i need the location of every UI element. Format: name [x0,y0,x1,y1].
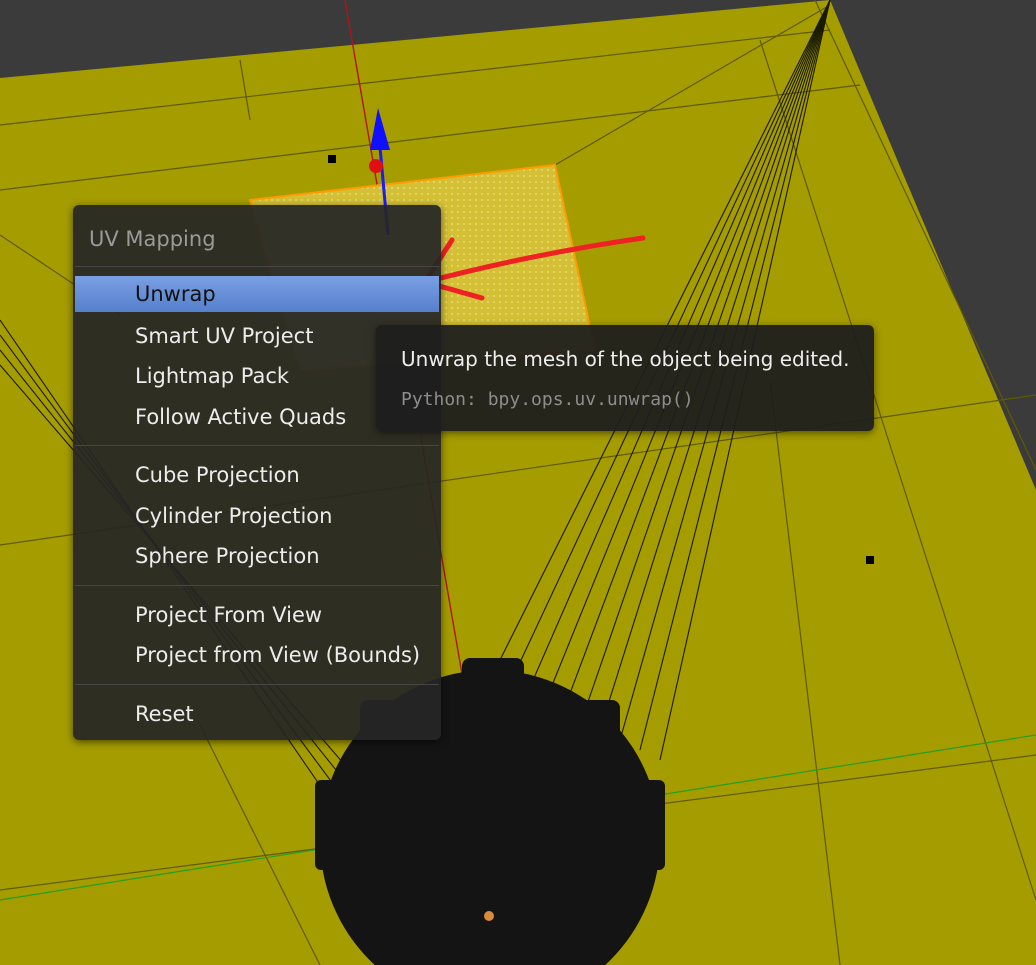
menu-item-project-from-view[interactable]: Project From View [75,597,439,633]
menu-item-unwrap[interactable]: Unwrap [75,276,439,312]
unwrap-tooltip: Unwrap the mesh of the object being edit… [376,325,874,431]
menu-item-cylinder-projection[interactable]: Cylinder Projection [75,498,439,534]
menu-title: UV Mapping [89,227,216,251]
menu-separator [75,684,439,685]
menu-item-cube-projection[interactable]: Cube Projection [75,457,439,493]
tooltip-description: Unwrap the mesh of the object being edit… [401,347,850,371]
uv-mapping-menu: UV Mapping Unwrap Smart UV Project Light… [73,205,441,740]
menu-item-reset[interactable]: Reset [75,696,439,732]
menu-separator [75,445,439,446]
menu-separator [75,266,439,267]
tooltip-python-path: Python: bpy.ops.uv.unwrap() [401,389,694,410]
menu-separator [75,585,439,586]
menu-item-project-from-view-bounds[interactable]: Project from View (Bounds) [75,637,439,673]
menu-item-sphere-projection[interactable]: Sphere Projection [75,538,439,574]
